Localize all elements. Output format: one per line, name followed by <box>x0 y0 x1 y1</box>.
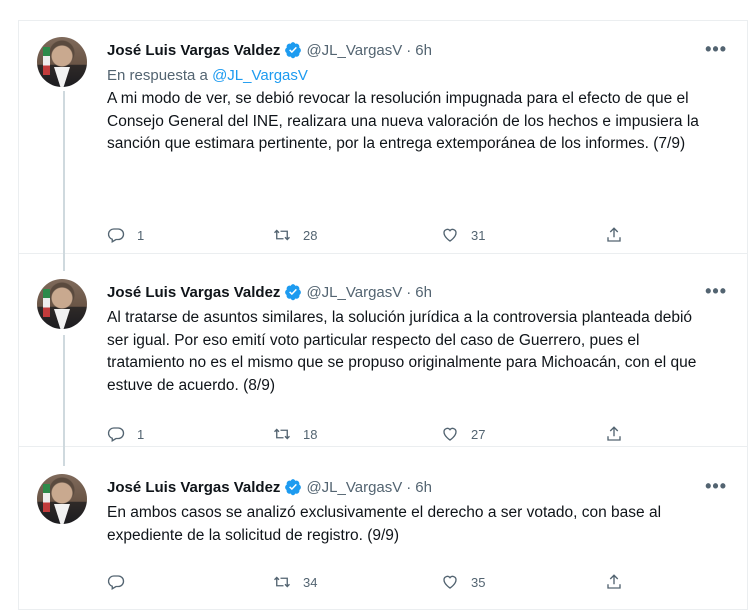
verified-badge-icon <box>285 479 302 496</box>
tweet-header: José Luis Vargas Valdez @JL_VargasV · 6h… <box>107 281 727 303</box>
thread-connector <box>63 335 65 446</box>
avatar[interactable] <box>37 474 87 524</box>
author-name[interactable]: José Luis Vargas Valdez <box>107 42 280 59</box>
tweet-actions: 1 18 27 <box>107 423 635 445</box>
like-icon <box>443 427 457 441</box>
like-button[interactable]: 31 <box>441 226 485 244</box>
more-icon[interactable]: ••• <box>705 281 727 302</box>
tweet-text: Al tratarse de asuntos similares, la sol… <box>107 309 697 394</box>
like-icon <box>443 575 457 589</box>
share-icon <box>607 227 621 242</box>
author-handle[interactable]: @JL_VargasV <box>306 42 402 59</box>
avatar[interactable] <box>37 37 87 87</box>
author-name[interactable]: José Luis Vargas Valdez <box>107 284 280 301</box>
retweet-icon <box>274 576 290 588</box>
retweet-count: 34 <box>303 574 318 590</box>
tweet-text: A mi modo de ver, se debió revocar la re… <box>107 90 699 152</box>
retweet-count: 18 <box>303 426 318 442</box>
tweet-header: José Luis Vargas Valdez @JL_VargasV · 6h… <box>107 39 727 61</box>
share-icon <box>607 426 621 441</box>
like-count: 35 <box>471 574 486 590</box>
share-button[interactable] <box>605 226 623 244</box>
thread-connector <box>63 446 65 466</box>
separator-dot: · <box>406 283 412 301</box>
reply-handle-link[interactable]: @JL_VargasV <box>212 67 308 84</box>
retweet-button[interactable]: 28 <box>273 226 317 244</box>
reply-button[interactable] <box>107 573 137 591</box>
like-button[interactable]: 27 <box>441 425 485 443</box>
reply-button[interactable]: 1 <box>107 425 144 443</box>
separator-dot: · <box>406 478 412 496</box>
tweet-actions: 1 28 31 <box>107 224 635 246</box>
verified-badge-icon <box>285 42 302 59</box>
share-button[interactable] <box>605 573 623 591</box>
tweet-header: José Luis Vargas Valdez @JL_VargasV · 6h… <box>107 476 727 498</box>
thread-connector <box>63 253 65 271</box>
like-button[interactable]: 35 <box>441 573 485 591</box>
thread-connector <box>63 91 65 253</box>
verified-badge-icon <box>285 284 302 301</box>
timestamp[interactable]: 6h <box>415 42 432 59</box>
tweet-text: En ambos casos se analizó exclusivamente… <box>107 504 662 544</box>
tweet[interactable]: José Luis Vargas Valdez @JL_VargasV · 6h… <box>19 21 747 253</box>
avatar[interactable] <box>37 279 87 329</box>
retweet-icon <box>274 229 290 241</box>
reply-count: 1 <box>137 426 145 442</box>
more-icon[interactable]: ••• <box>705 39 727 60</box>
reply-icon <box>107 427 125 442</box>
like-count: 27 <box>471 426 486 442</box>
like-count: 31 <box>471 227 486 243</box>
share-button[interactable] <box>605 425 623 443</box>
timestamp[interactable]: 6h <box>415 479 432 496</box>
more-icon[interactable]: ••• <box>705 476 727 497</box>
tweet[interactable]: José Luis Vargas Valdez @JL_VargasV · 6h… <box>19 446 747 601</box>
retweet-button[interactable]: 18 <box>273 425 317 443</box>
tweet-actions: 34 35 <box>107 571 635 593</box>
retweet-button[interactable]: 34 <box>273 573 317 591</box>
like-icon <box>443 228 457 242</box>
timestamp[interactable]: 6h <box>415 284 432 301</box>
reply-context: En respuesta a @JL_VargasV <box>107 67 727 84</box>
author-name[interactable]: José Luis Vargas Valdez <box>107 479 280 496</box>
retweet-count: 28 <box>303 227 318 243</box>
reply-prefix: En respuesta a <box>107 67 208 84</box>
tweet[interactable]: José Luis Vargas Valdez @JL_VargasV · 6h… <box>19 253 747 446</box>
separator-dot: · <box>406 41 412 59</box>
reply-button[interactable]: 1 <box>107 226 144 244</box>
retweet-icon <box>274 428 290 440</box>
reply-count: 1 <box>137 227 145 243</box>
share-icon <box>607 574 621 589</box>
reply-icon <box>107 228 125 243</box>
author-handle[interactable]: @JL_VargasV <box>306 479 402 496</box>
reply-icon <box>107 575 125 590</box>
tweet-thread: José Luis Vargas Valdez @JL_VargasV · 6h… <box>18 20 748 610</box>
author-handle[interactable]: @JL_VargasV <box>306 284 402 301</box>
